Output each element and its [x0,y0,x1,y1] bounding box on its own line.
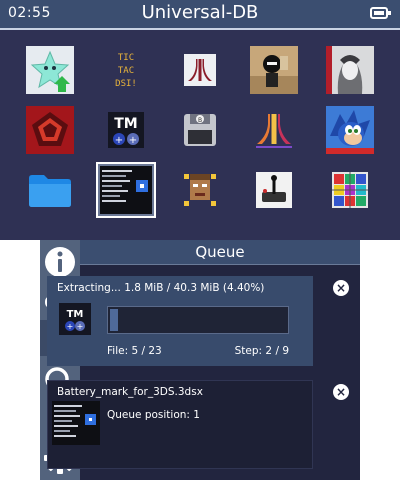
colorful-grid-icon [332,172,368,208]
queue-pending-entry: Battery_mark_for_3DS.3dsx × Queue positi… [47,380,349,469]
top-status-bar: 02:55 Universal-DB [0,0,400,30]
info-icon [45,247,75,277]
red-pentagon-icon [26,106,74,154]
green-star-icon [26,46,74,94]
cartoon-figure-icon [250,46,298,94]
remove-pending-button[interactable]: × [333,384,349,400]
app-tile-colorful-grid[interactable] [326,166,374,214]
svg-text:+: + [77,322,84,331]
queue-title: Queue [80,240,360,265]
extract-progress-bar [107,306,289,334]
close-icon: × [335,385,347,399]
close-icon: × [335,281,347,295]
folder-icon [29,175,71,207]
portrait-sketch-icon [326,46,374,94]
svg-text:B: B [198,117,202,124]
floppy-disk-icon: B [184,114,216,146]
app-tile-folder[interactable] [26,166,74,214]
tic-tac-dsi-icon: TIC TAC DSI! [102,46,150,94]
sidebar-item-info[interactable] [42,244,78,280]
queue-current-entry: Extracting... 1.8 MiB / 40.3 MiB (4.40%)… [47,276,349,366]
svg-text:TAC: TAC [118,66,134,76]
app-tile-red-pentagon[interactable] [26,106,74,154]
cancel-current-button[interactable]: × [333,280,349,296]
app-tile-tic-tac-dsi[interactable]: TIC TAC DSI! [102,46,150,94]
screenshot-icon [100,166,152,214]
tm-plus-icon: TM + + [108,112,144,148]
app-tile-sonic[interactable] [326,106,374,154]
svg-text:TM: TM [67,309,84,320]
svg-text:+: + [67,322,74,331]
pending-entry-icon [52,401,100,445]
svg-text:+: + [115,135,123,146]
screenshot-icon [52,401,100,445]
atari-rainbow-icon [250,106,298,154]
battery-icon [370,7,391,19]
queue-position-text: Queue position: 1 [107,409,200,421]
app-tile-doom-face[interactable] [176,166,224,214]
joystick-icon [256,172,292,208]
extract-status-text: Extracting... 1.8 MiB / 40.3 MiB (4.40%) [57,282,265,294]
app-tile-portrait-sketch[interactable] [326,46,374,94]
app-tile-green-star[interactable] [26,46,74,94]
app-tile-floppy-b[interactable]: B [176,106,224,154]
svg-text:TIC: TIC [118,53,134,63]
app-tile-atari-logo[interactable] [176,46,224,94]
app-tile-atari-rainbow[interactable] [250,106,298,154]
app-tile-tm-homebrew[interactable]: TM + + [102,106,150,154]
atari-logo-icon [184,54,216,86]
svg-text:TM: TM [114,116,137,132]
pending-filename: Battery_mark_for_3DS.3dsx [57,386,203,398]
file-counter: File: 5 / 23 [107,345,162,357]
app-tile-cartoon-figure[interactable] [250,46,298,94]
svg-text:+: + [129,135,137,146]
doom-face-icon [182,172,218,208]
app-tile-battery-mark[interactable] [96,162,156,218]
app-tile-joystick[interactable] [250,166,298,214]
tm-plus-icon: TM + + [59,303,91,335]
step-counter: Step: 2 / 9 [234,345,289,357]
current-entry-icon: TM + + [59,303,91,335]
sonic-icon [326,106,374,154]
top-screen: 02:55 Universal-DB TIC TAC DSI! TM + + B [0,0,400,240]
extract-progress-fill [110,309,118,331]
app-title: Universal-DB [141,2,259,23]
svg-text:DSI!: DSI! [115,79,137,89]
